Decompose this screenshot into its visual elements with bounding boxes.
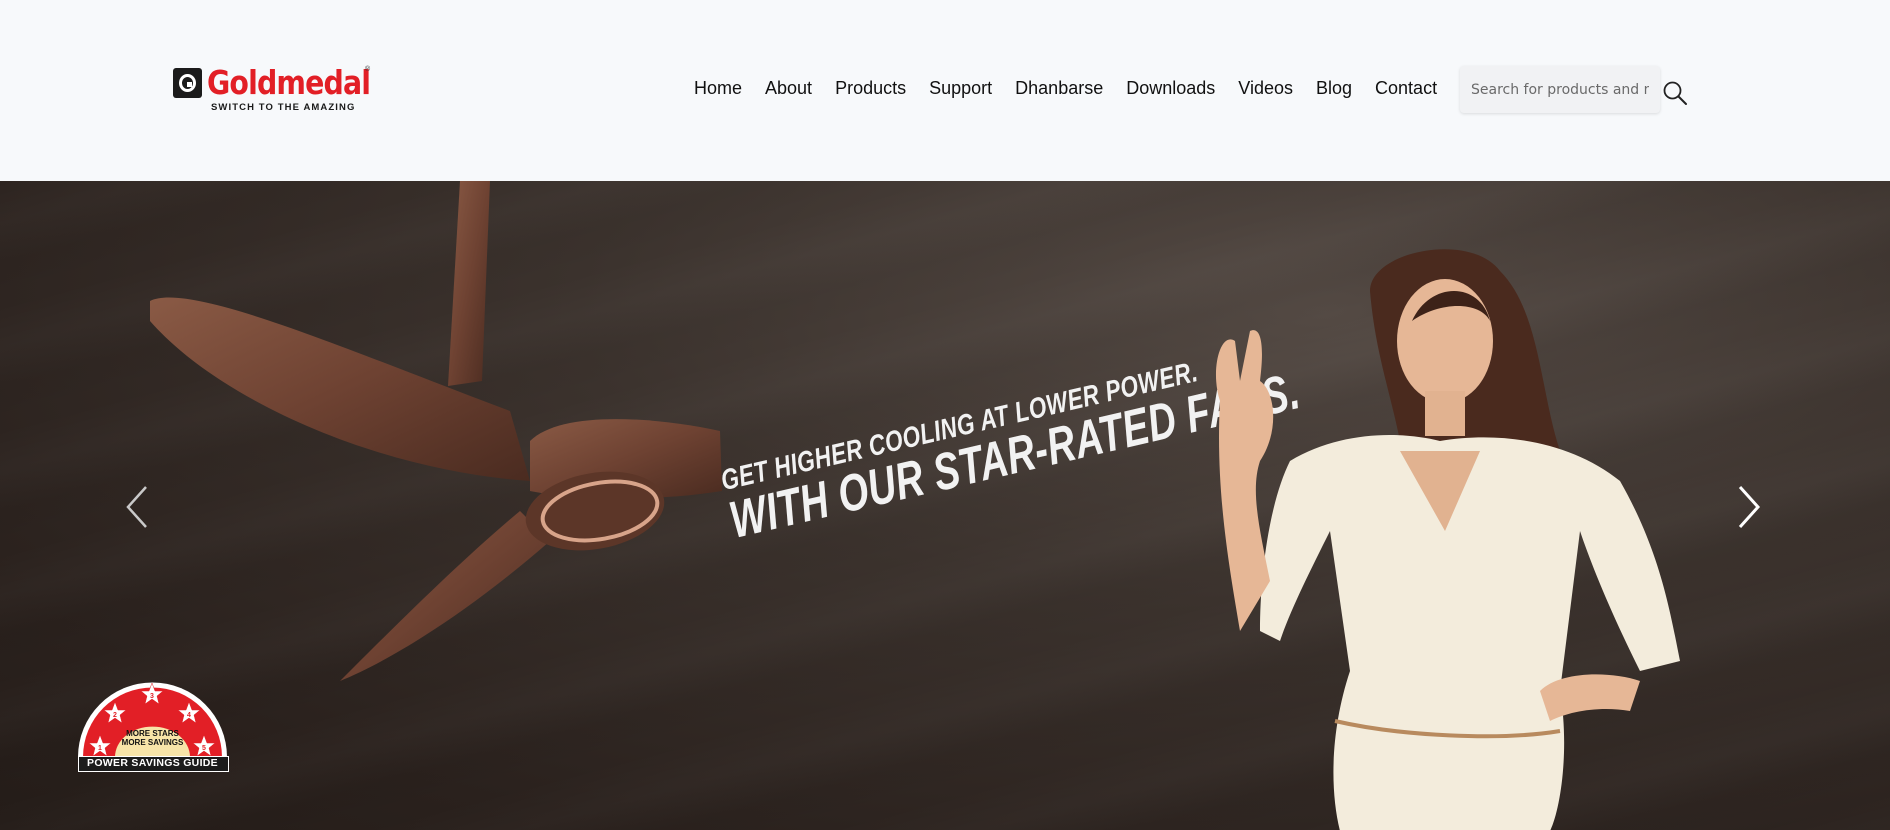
search-box: [1460, 66, 1660, 113]
registered-mark: ®: [365, 66, 371, 73]
ceiling-fan-image: [150, 181, 722, 681]
chevron-left-icon[interactable]: [118, 477, 158, 537]
brand-tagline: SWITCH TO THE AMAZING: [211, 102, 356, 113]
nav-downloads[interactable]: Downloads: [1126, 78, 1215, 99]
site-header: Goldmedal ® SWITCH TO THE AMAZING Home A…: [0, 0, 1890, 181]
brand-logo[interactable]: Goldmedal ® SWITCH TO THE AMAZING: [173, 63, 383, 116]
search-input[interactable]: [1460, 66, 1649, 113]
nav-videos[interactable]: Videos: [1238, 78, 1293, 99]
chevron-right-icon[interactable]: [1728, 477, 1768, 537]
hero-banner[interactable]: GET HIGHER COOLING AT LOWER POWER. WITH …: [0, 181, 1890, 830]
nav-support[interactable]: Support: [929, 78, 992, 99]
star-number-4: 4: [187, 712, 191, 719]
nav-contact[interactable]: Contact: [1375, 78, 1437, 99]
nav-products[interactable]: Products: [835, 78, 906, 99]
badge-line1: MORE STARS: [126, 729, 179, 738]
nav-dhanbarse[interactable]: Dhanbarse: [1015, 78, 1103, 99]
star-number-2: 2: [113, 712, 117, 719]
star-number-3: 3: [150, 693, 154, 700]
logo-mark-icon: [173, 68, 202, 98]
nav-blog[interactable]: Blog: [1316, 78, 1352, 99]
nav-about[interactable]: About: [765, 78, 812, 99]
nav-home[interactable]: Home: [694, 78, 742, 99]
brand-ambassador-image: [1215, 249, 1680, 830]
badge-line2: MORE SAVINGS: [121, 738, 184, 747]
badge-line3: POWER SAVINGS GUIDE: [87, 757, 218, 769]
search-icon[interactable]: [1662, 80, 1688, 106]
power-savings-badge: 1 2 3 4 5 MORE STARS MORE SAVINGS POWER …: [75, 673, 230, 773]
brand-name: Goldmedal: [207, 63, 371, 102]
main-nav: Home About Products Support Dhanbarse Do…: [694, 78, 1437, 99]
